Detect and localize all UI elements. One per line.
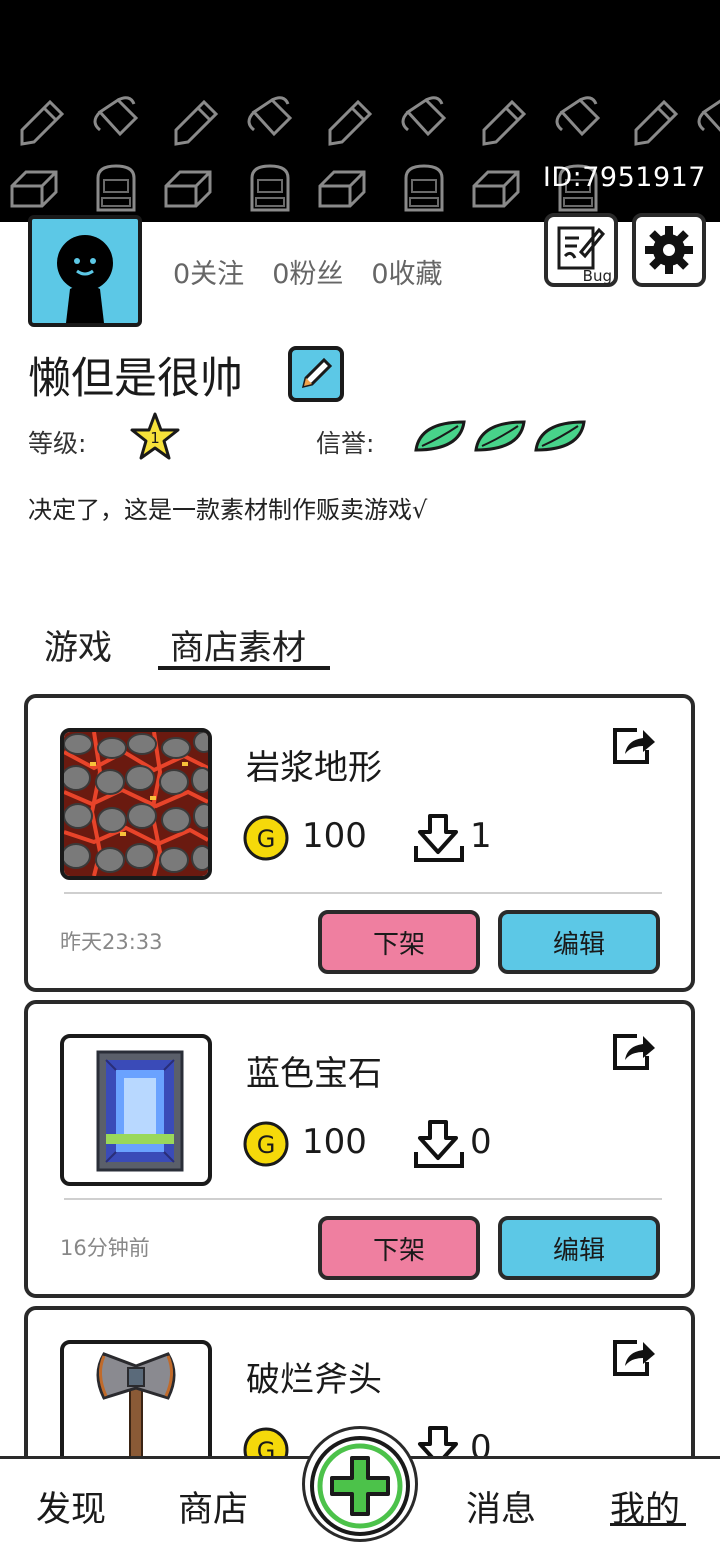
- settings-button[interactable]: [632, 213, 706, 287]
- asset-card[interactable]: 蓝色宝石 G 100 0 16分钟前 下架 编辑: [24, 1000, 695, 1298]
- tab-games[interactable]: 游戏: [44, 620, 112, 669]
- avatar[interactable]: [28, 215, 142, 327]
- favorites-count[interactable]: 0收藏: [371, 252, 442, 291]
- edit-button[interactable]: 编辑: [498, 910, 660, 974]
- followers-count[interactable]: 0粉丝: [272, 252, 343, 291]
- lava-terrain-image: [64, 732, 208, 876]
- download-icon: [414, 1120, 464, 1168]
- nav-discover[interactable]: 发现: [36, 1481, 106, 1532]
- add-button[interactable]: [308, 1434, 412, 1538]
- asset-card[interactable]: 岩浆地形 G 100 1 昨天23:33 下架 编辑: [24, 694, 695, 992]
- level-label: 等级:: [28, 429, 87, 458]
- asset-price: 100: [302, 1122, 367, 1162]
- active-tab-indicator: [158, 666, 330, 670]
- unlist-button[interactable]: 下架: [318, 910, 480, 974]
- edit-button[interactable]: 编辑: [498, 1216, 660, 1280]
- credit-label: 信誉:: [316, 429, 375, 458]
- download-count: 0: [470, 1122, 492, 1162]
- credit-leaves: [412, 416, 588, 456]
- unlist-button[interactable]: 下架: [318, 1216, 480, 1280]
- asset-thumbnail[interactable]: [60, 1034, 212, 1186]
- asset-title: 破烂斧头: [246, 1360, 382, 1400]
- username: 懒但是很帅: [28, 354, 243, 404]
- nav-messages[interactable]: 消息: [466, 1481, 536, 1532]
- card-divider: [64, 892, 662, 894]
- leaf-icon: [534, 420, 586, 452]
- edit-name-button[interactable]: [288, 346, 344, 402]
- level-value: 1: [150, 429, 160, 447]
- coin-icon: G: [243, 815, 289, 861]
- share-icon[interactable]: [609, 1030, 657, 1074]
- download-count: 1: [470, 816, 492, 856]
- leaf-icon: [474, 420, 526, 452]
- bug-label: Bug: [582, 267, 612, 285]
- share-icon[interactable]: [609, 724, 657, 768]
- profile-banner: ID:7951917: [0, 0, 720, 222]
- profile-bio: 决定了，这是一款素材制作贩卖游戏√: [28, 496, 428, 524]
- coin-icon: G: [243, 1121, 289, 1167]
- svg-text:G: G: [257, 825, 276, 853]
- share-icon[interactable]: [609, 1336, 657, 1380]
- asset-price: 100: [302, 816, 367, 856]
- asset-title: 岩浆地形: [246, 748, 382, 788]
- following-count[interactable]: 0关注: [173, 252, 244, 291]
- user-id: ID:7951917: [542, 162, 706, 193]
- blue-gem-image: [96, 1050, 184, 1172]
- asset-title: 蓝色宝石: [246, 1054, 382, 1094]
- level-star-icon: 1: [130, 412, 180, 460]
- listing-time: 昨天23:33: [60, 930, 163, 954]
- download-icon: [414, 814, 464, 862]
- pencil-icon: [301, 357, 333, 389]
- bug-report-button[interactable]: Bug: [544, 213, 618, 287]
- listing-time: 16分钟前: [60, 1236, 150, 1260]
- tab-shop-assets[interactable]: 商店素材: [170, 620, 306, 669]
- nav-shop[interactable]: 商店: [178, 1481, 248, 1532]
- profile-stats: 0关注 0粉丝 0收藏: [173, 252, 443, 291]
- asset-thumbnail[interactable]: [60, 728, 212, 880]
- gear-icon: [645, 226, 693, 274]
- silhouette-avatar-icon: [57, 235, 113, 323]
- leaf-icon: [414, 420, 466, 452]
- active-nav-indicator: [610, 1523, 686, 1526]
- svg-text:G: G: [257, 1131, 276, 1159]
- card-divider: [64, 1198, 662, 1200]
